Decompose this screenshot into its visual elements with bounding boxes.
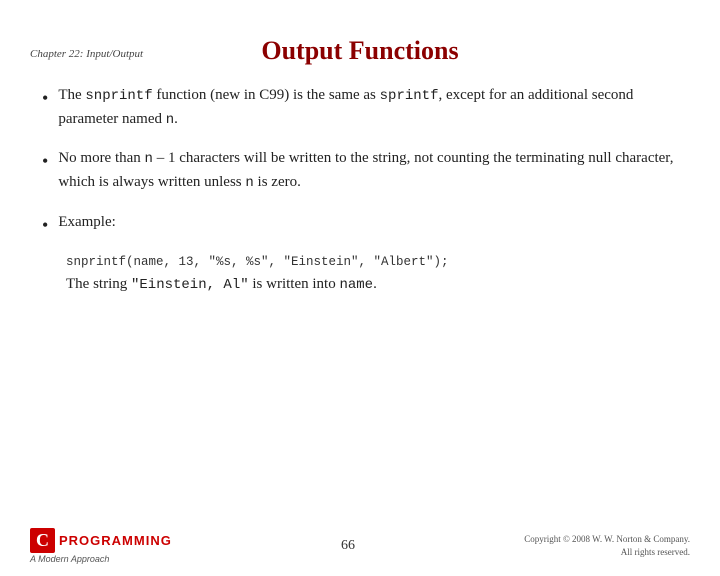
bullet-item-3: • Example: (42, 211, 678, 239)
example-code-line: snprintf(name, 13, "%s, %s", "Einstein",… (66, 255, 678, 269)
code-sprintf: sprintf (380, 88, 439, 104)
logo-subtitle: A Modern Approach (30, 554, 109, 564)
example-result-text: The string "Einstein, Al" is written int… (66, 273, 678, 297)
bullet-item-1: • The snprintf function (new in C99) is … (42, 84, 678, 131)
page-number: 66 (341, 538, 355, 554)
logo-programming-text: PROGRAMMING (59, 533, 172, 548)
footer: C PROGRAMMING A Modern Approach 66 Copyr… (0, 528, 720, 564)
logo-top: C PROGRAMMING (30, 528, 172, 553)
bullet-text-2: No more than n – 1 characters will be wr… (58, 147, 678, 194)
code-n2: n (145, 151, 153, 167)
slide-content: • The snprintf function (new in C99) is … (0, 84, 720, 296)
code-n3: n (245, 175, 253, 191)
footer-logo: C PROGRAMMING A Modern Approach (30, 528, 172, 564)
code-name-var: name (339, 277, 373, 293)
bullet-icon-2: • (42, 148, 48, 175)
code-result-string: "Einstein, Al" (131, 277, 249, 293)
footer-copyright: Copyright © 2008 W. W. Norton & Company.… (524, 533, 690, 558)
copyright-line2: All rights reserved. (621, 547, 690, 557)
bullet-icon-3: • (42, 212, 48, 239)
chapter-title: Chapter 22: Input/Output (30, 48, 143, 60)
code-snprintf: snprintf (85, 88, 152, 104)
bullet-text-3: Example: (58, 211, 115, 234)
bullet-text-1: The snprintf function (new in C99) is th… (58, 84, 678, 131)
code-n1: n (166, 112, 174, 128)
bullet-icon-1: • (42, 85, 48, 112)
bullet-item-2: • No more than n – 1 characters will be … (42, 147, 678, 194)
copyright-line1: Copyright © 2008 W. W. Norton & Company. (524, 534, 690, 544)
example-section: snprintf(name, 13, "%s, %s", "Einstein",… (66, 255, 678, 297)
logo-c-letter: C (30, 528, 55, 553)
